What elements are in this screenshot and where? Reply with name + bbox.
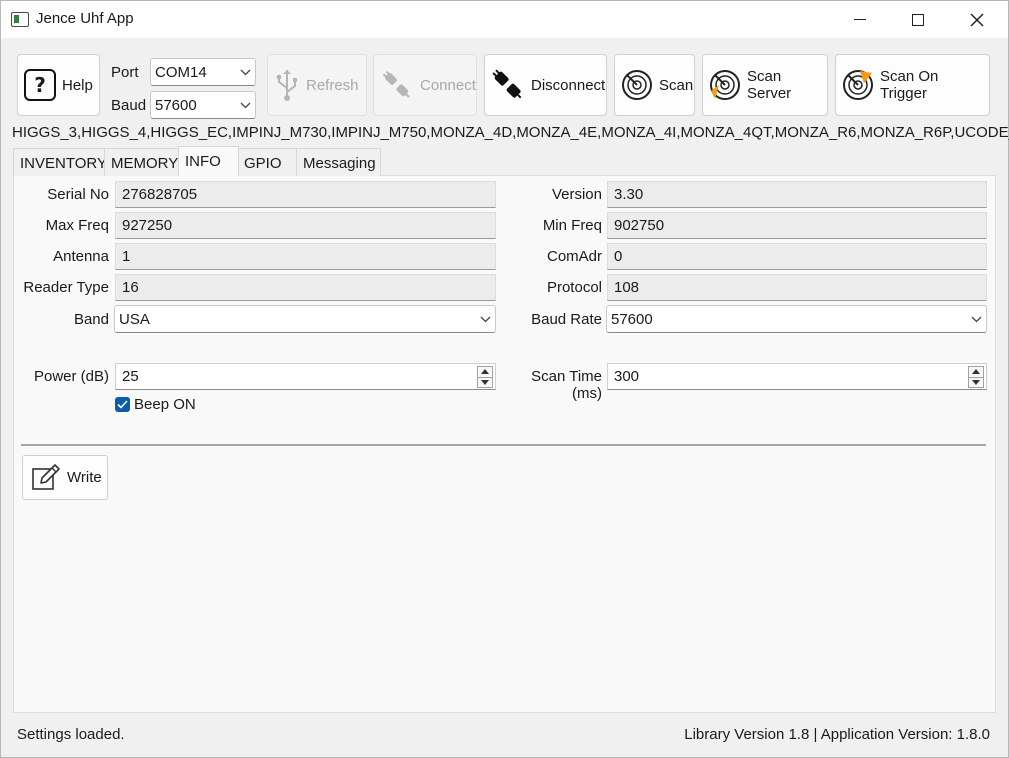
tab-gpio[interactable]: GPIO — [237, 148, 298, 176]
scan-time-label: Scan Time (ms) — [531, 368, 602, 402]
tab-inventory[interactable]: INVENTORY — [13, 148, 107, 176]
status-message: Settings loaded. — [17, 726, 125, 743]
disconnect-button[interactable]: Disconnect — [484, 54, 607, 116]
min-freq-field[interactable]: 902750 — [607, 212, 987, 239]
baud-select[interactable]: 57600 — [150, 91, 256, 119]
usb-icon — [276, 70, 297, 101]
power-value: 25 — [122, 368, 139, 385]
chevron-down-icon — [480, 316, 490, 322]
beep-label: Beep ON — [134, 396, 196, 413]
scan-time-spinner[interactable]: 300 — [607, 363, 987, 390]
scan-server-label: Scan Server — [747, 68, 792, 102]
app-window: Jence Uhf App ? Help Port COM14 Baud 576… — [0, 0, 1009, 758]
reader-type-label: Reader Type — [23, 279, 109, 296]
version-field[interactable]: 3.30 — [607, 181, 987, 208]
tag-types-list: HIGGS_3,HIGGS_4,HIGGS_EC,IMPINJ_M730,IMP… — [12, 124, 1009, 141]
protocol-field[interactable]: 108 — [607, 274, 987, 301]
write-label: Write — [67, 469, 102, 486]
section-divider — [21, 444, 986, 446]
chevron-down-icon — [240, 102, 250, 108]
title-bar: Jence Uhf App — [1, 1, 1008, 38]
baud-value: 57600 — [155, 96, 197, 114]
max-freq-field[interactable]: 927250 — [115, 212, 496, 239]
tab-memory[interactable]: MEMORY — [104, 148, 180, 176]
port-select[interactable]: COM14 — [150, 58, 256, 86]
version-info: Library Version 1.8 | Application Versio… — [684, 726, 990, 743]
help-button[interactable]: ? Help — [17, 54, 100, 116]
comadr-label: ComAdr — [546, 248, 602, 265]
close-icon — [970, 12, 984, 27]
power-spinner[interactable]: 25 — [115, 363, 496, 390]
antenna-field[interactable]: 1 — [115, 243, 496, 270]
help-label: Help — [62, 76, 93, 94]
serial-no-field[interactable]: 276828705 — [115, 181, 496, 208]
connect-button[interactable]: Connect — [373, 54, 477, 116]
scan-button[interactable]: Scan — [614, 54, 695, 116]
min-freq-label: Min Freq — [542, 217, 602, 234]
scan-on-trigger-label: Scan On Trigger — [880, 68, 939, 102]
scan-label: Scan — [659, 76, 694, 94]
refresh-label: Refresh — [306, 76, 359, 94]
plug-icon — [382, 70, 410, 98]
beep-checkbox[interactable] — [115, 397, 130, 412]
chevron-up-icon — [481, 369, 489, 375]
maximize-icon — [912, 13, 924, 26]
connect-label: Connect — [420, 76, 476, 94]
serial-no-label: Serial No — [47, 186, 109, 203]
unplug-icon — [492, 69, 522, 99]
chevron-down-icon — [972, 379, 980, 385]
chevron-down-icon — [971, 316, 981, 322]
edit-icon — [32, 463, 60, 490]
comadr-field[interactable]: 0 — [607, 243, 987, 270]
power-label: Power (dB) — [33, 368, 109, 385]
window-title: Jence Uhf App — [36, 10, 134, 27]
band-label: Band — [73, 311, 109, 328]
reader-type-field[interactable]: 16 — [115, 274, 496, 301]
port-value: COM14 — [155, 63, 207, 81]
spin-down-button[interactable] — [477, 376, 493, 388]
band-value: USA — [119, 310, 150, 328]
chevron-down-icon — [240, 69, 250, 75]
baud-label: Baud — [111, 97, 147, 114]
minimize-button[interactable] — [837, 1, 883, 38]
chevron-up-icon — [972, 369, 980, 375]
spin-down-button[interactable] — [968, 376, 984, 388]
baud-rate-value: 57600 — [611, 310, 653, 328]
radar-trigger-icon — [843, 70, 873, 100]
scan-server-button[interactable]: Scan Server — [702, 54, 828, 116]
antenna-label: Antenna — [53, 248, 109, 265]
maximize-button[interactable] — [895, 1, 941, 38]
checkmark-icon — [117, 400, 128, 409]
version-label: Version — [551, 186, 602, 203]
close-button[interactable] — [954, 1, 1000, 38]
help-icon: ? — [24, 69, 56, 101]
baud-rate-select[interactable]: 57600 — [606, 305, 987, 333]
disconnect-label: Disconnect — [531, 76, 606, 94]
band-select[interactable]: USA — [114, 305, 496, 333]
scan-on-trigger-button[interactable]: Scan On Trigger — [835, 54, 990, 116]
radar-server-icon — [710, 70, 740, 100]
radar-icon — [622, 70, 652, 100]
refresh-button[interactable]: Refresh — [267, 54, 367, 116]
protocol-label: Protocol — [546, 279, 602, 296]
max-freq-label: Max Freq — [45, 217, 109, 234]
app-icon — [11, 12, 29, 27]
baud-rate-label: Baud Rate — [531, 311, 602, 328]
port-label: Port — [111, 64, 139, 81]
minimize-icon — [854, 18, 866, 21]
chevron-down-icon — [481, 379, 489, 385]
write-button[interactable]: Write — [22, 455, 108, 500]
scan-time-value: 300 — [614, 368, 640, 385]
tab-messaging[interactable]: Messaging — [296, 148, 381, 176]
tab-info[interactable]: INFO — [178, 146, 239, 176]
